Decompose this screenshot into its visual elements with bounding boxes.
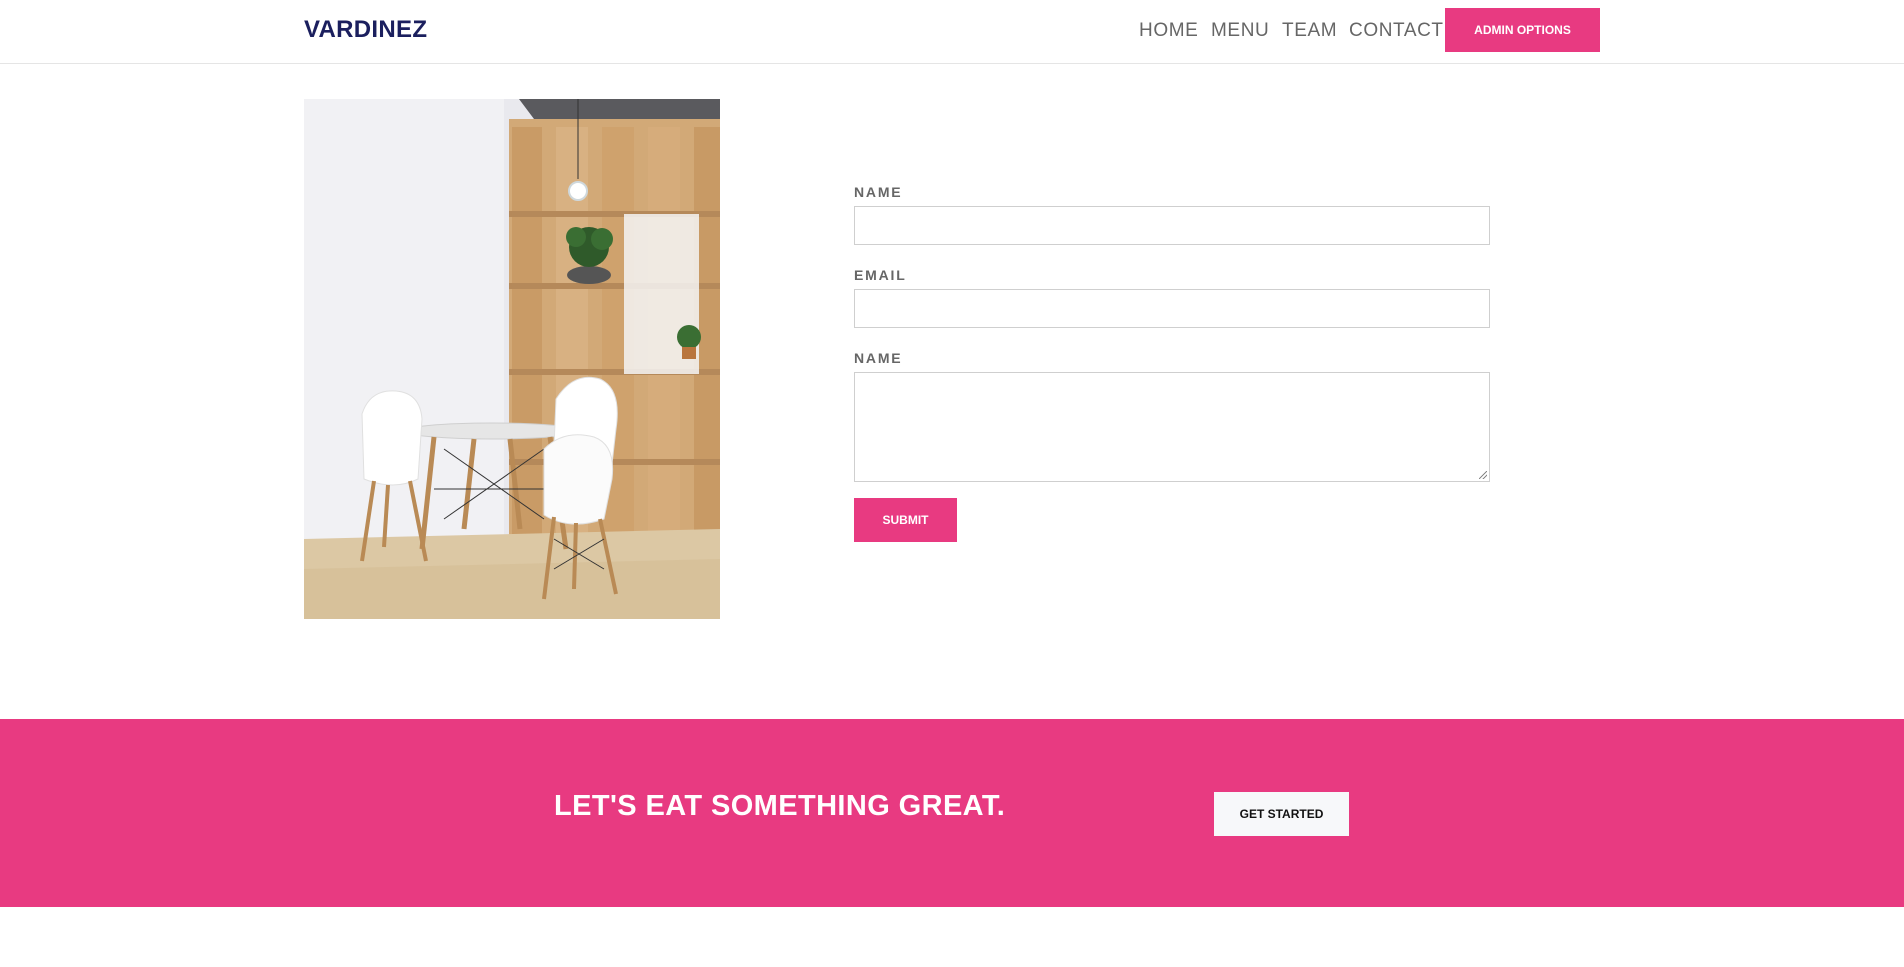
nav-home[interactable]: HOME	[1139, 20, 1198, 42]
interior-photo-illustration	[304, 99, 720, 619]
brand-logo[interactable]: VARDINEZ	[304, 16, 427, 44]
nav-menu[interactable]: MENU	[1211, 20, 1269, 42]
message-textarea[interactable]	[854, 372, 1490, 482]
get-started-button[interactable]: GET STARTED	[1214, 792, 1349, 836]
resize-handle-icon[interactable]	[1479, 471, 1487, 479]
name-input[interactable]	[854, 206, 1490, 245]
cta-heading: LET'S EAT SOMETHING GREAT.	[554, 790, 1006, 822]
email-input[interactable]	[854, 289, 1490, 328]
name-label: NAME	[854, 184, 903, 200]
admin-options-button[interactable]: ADMIN OPTIONS	[1445, 8, 1600, 52]
email-label: EMAIL	[854, 267, 907, 283]
site-header: VARDINEZ HOME MENU TEAM CONTACT ADMIN OP…	[0, 0, 1904, 64]
page: VARDINEZ HOME MENU TEAM CONTACT ADMIN OP…	[0, 0, 1904, 967]
contact-form: NAME EMAIL NAME SUBMIT	[854, 184, 1490, 542]
submit-button[interactable]: SUBMIT	[854, 498, 957, 542]
cta-band: LET'S EAT SOMETHING GREAT. GET STARTED	[0, 719, 1904, 907]
interior-photo	[304, 99, 720, 619]
message-label: NAME	[854, 350, 903, 366]
nav-contact[interactable]: CONTACT	[1349, 20, 1444, 42]
nav-team[interactable]: TEAM	[1282, 20, 1337, 42]
